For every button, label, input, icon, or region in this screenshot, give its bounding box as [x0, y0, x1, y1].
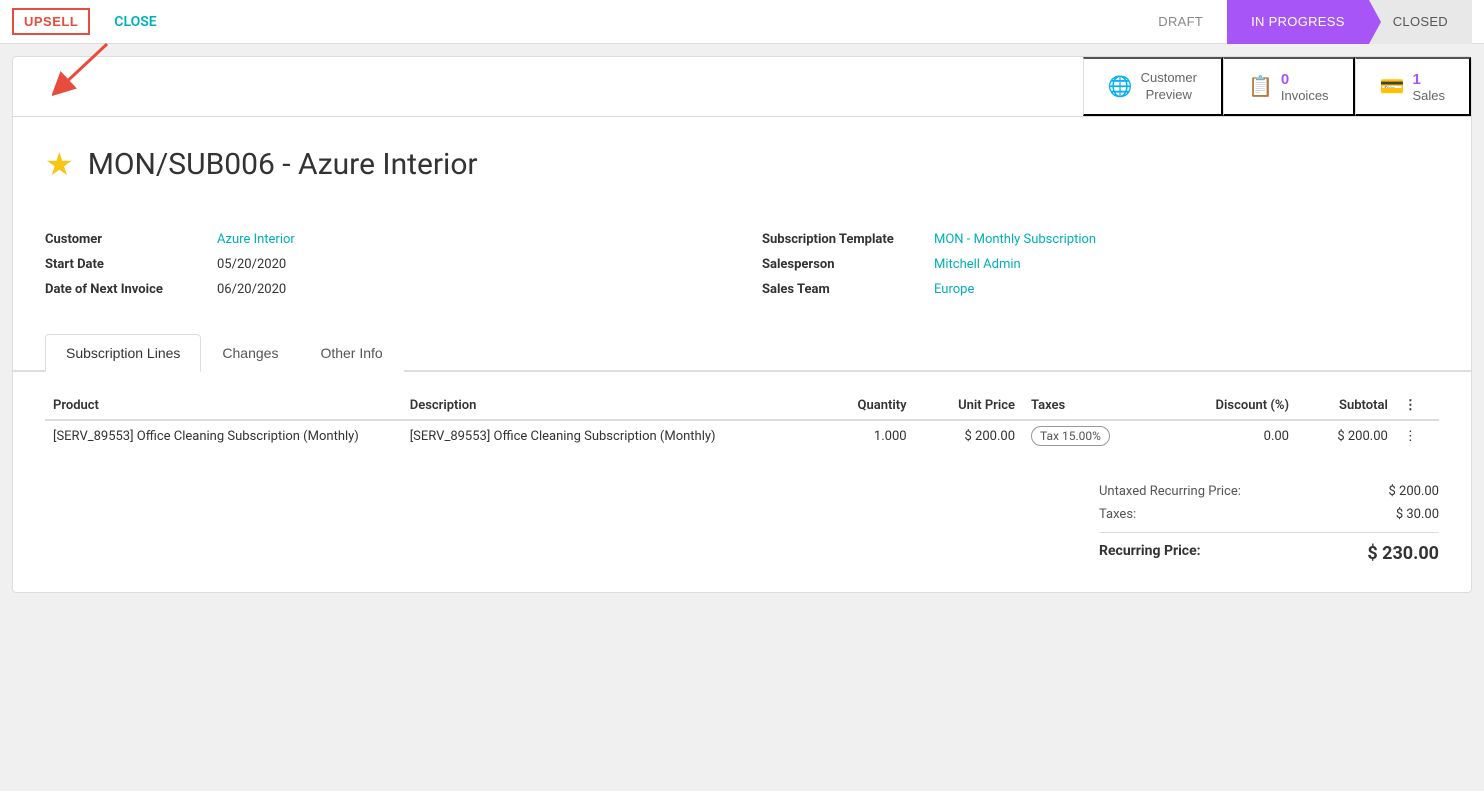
cell-quantity: 1.000 — [818, 420, 915, 452]
recurring-value: $ 230.00 — [1367, 543, 1439, 564]
customer-label: Customer — [45, 232, 205, 247]
cell-product[interactable]: [SERV_89553] Office Cleaning Subscriptio… — [45, 420, 402, 452]
tab-other-info[interactable]: Other Info — [299, 334, 403, 372]
globe-icon: 🌐 — [1108, 74, 1133, 99]
title-row: ★ MON/SUB006 - Azure Interior — [45, 145, 1439, 183]
recurring-label: Recurring Price: — [1099, 543, 1201, 564]
col-header-discount: Discount (%) — [1164, 392, 1297, 420]
tab-changes[interactable]: Changes — [201, 334, 299, 372]
totals-table: Untaxed Recurring Price: $ 200.00 Taxes:… — [1099, 480, 1439, 568]
top-bar: UPSELL CLOSE DRAFT IN PROGRESS CLOSED — [0, 0, 1484, 44]
subscription-template-row: Subscription Template MON - Monthly Subs… — [762, 227, 1439, 252]
invoices-button[interactable]: 📋 0 Invoices — [1223, 57, 1355, 116]
invoices-label: Invoices — [1281, 88, 1329, 103]
salesperson-value[interactable]: Mitchell Admin — [934, 257, 1021, 272]
fields-left: Customer Azure Interior Start Date 05/20… — [45, 227, 722, 302]
subscription-lines-table: Product Description Quantity Unit Price … — [45, 392, 1439, 452]
taxes-label: Taxes: — [1099, 507, 1136, 522]
tab-bar: Subscription Lines Changes Other Info — [13, 334, 1471, 372]
close-button[interactable]: CLOSE — [114, 14, 156, 30]
sales-team-label: Sales Team — [762, 282, 922, 297]
doc-header-actions: 🌐 CustomerPreview 📋 0 Invoices 💳 1 Sales — [1083, 57, 1471, 116]
cell-discount: 0.00 — [1164, 420, 1297, 452]
subscription-template-value[interactable]: MON - Monthly Subscription — [934, 232, 1096, 247]
totals-section: Untaxed Recurring Price: $ 200.00 Taxes:… — [13, 472, 1471, 592]
table-row: [SERV_89553] Office Cleaning Subscriptio… — [45, 420, 1439, 452]
fields-right: Subscription Template MON - Monthly Subs… — [762, 227, 1439, 302]
sales-icon: 💳 — [1380, 74, 1405, 99]
salesperson-row: Salesperson Mitchell Admin — [762, 252, 1439, 277]
favorite-star-icon[interactable]: ★ — [45, 145, 74, 183]
col-header-description: Description — [402, 392, 818, 420]
start-date-row: Start Date 05/20/2020 — [45, 252, 722, 277]
subscription-template-label: Subscription Template — [762, 232, 922, 247]
next-invoice-value: 06/20/2020 — [217, 282, 286, 297]
cell-unit-price: $ 200.00 — [915, 420, 1023, 452]
customer-preview-button[interactable]: 🌐 CustomerPreview — [1083, 57, 1223, 116]
untaxed-label: Untaxed Recurring Price: — [1099, 484, 1241, 499]
customer-value[interactable]: Azure Interior — [217, 232, 295, 247]
invoices-count: 0 — [1281, 71, 1289, 88]
start-date-value: 05/20/2020 — [217, 257, 286, 272]
untaxed-value: $ 200.00 — [1389, 484, 1440, 499]
next-invoice-row: Date of Next Invoice 06/20/2020 — [45, 277, 722, 302]
form-fields: Customer Azure Interior Start Date 05/20… — [13, 227, 1471, 326]
cell-subtotal: $ 200.00 — [1297, 420, 1396, 452]
upsell-button[interactable]: UPSELL — [12, 8, 90, 35]
cell-description: [SERV_89553] Office Cleaning Subscriptio… — [402, 420, 818, 452]
col-header-unit-price: Unit Price — [915, 392, 1023, 420]
doc-header-left — [13, 57, 1083, 116]
tab-draft[interactable]: DRAFT — [1134, 0, 1227, 44]
sales-team-row: Sales Team Europe — [762, 277, 1439, 302]
sales-count: 1 — [1412, 71, 1420, 88]
col-header-product: Product — [45, 392, 402, 420]
main-content: 🌐 CustomerPreview 📋 0 Invoices 💳 1 Sales — [12, 56, 1472, 593]
next-invoice-label: Date of Next Invoice — [45, 282, 205, 297]
table-section: Product Description Quantity Unit Price … — [13, 372, 1471, 472]
table-header-row: Product Description Quantity Unit Price … — [45, 392, 1439, 420]
tax-badge: Tax 15.00% — [1031, 426, 1110, 446]
sales-label: Sales — [1412, 88, 1445, 103]
document-title: MON/SUB006 - Azure Interior — [88, 147, 478, 182]
salesperson-label: Salesperson — [762, 257, 922, 272]
col-header-menu: ⋮ — [1396, 392, 1439, 420]
recurring-price-row: Recurring Price: $ 230.00 — [1099, 539, 1439, 568]
cell-taxes: Tax 15.00% — [1023, 420, 1164, 452]
sales-button[interactable]: 💳 1 Sales — [1355, 57, 1471, 116]
cell-row-menu[interactable]: ⋮ — [1396, 420, 1439, 452]
sales-team-value[interactable]: Europe — [934, 282, 974, 297]
tab-subscription-lines[interactable]: Subscription Lines — [45, 334, 201, 372]
start-date-label: Start Date — [45, 257, 205, 272]
invoice-icon: 📋 — [1248, 74, 1273, 99]
customer-row: Customer Azure Interior — [45, 227, 722, 252]
col-header-taxes: Taxes — [1023, 392, 1164, 420]
status-tabs: DRAFT IN PROGRESS CLOSED — [1134, 0, 1472, 44]
tab-in-progress[interactable]: IN PROGRESS — [1227, 0, 1369, 44]
taxes-value: $ 30.00 — [1396, 507, 1439, 522]
doc-header: 🌐 CustomerPreview 📋 0 Invoices 💳 1 Sales — [13, 57, 1471, 117]
taxes-row: Taxes: $ 30.00 — [1099, 503, 1439, 526]
totals-divider — [1099, 532, 1439, 533]
tab-closed[interactable]: CLOSED — [1369, 0, 1472, 44]
untaxed-row: Untaxed Recurring Price: $ 200.00 — [1099, 480, 1439, 503]
col-header-subtotal: Subtotal — [1297, 392, 1396, 420]
customer-preview-label: CustomerPreview — [1141, 70, 1197, 104]
title-section: ★ MON/SUB006 - Azure Interior — [13, 117, 1471, 227]
col-header-quantity: Quantity — [818, 392, 915, 420]
